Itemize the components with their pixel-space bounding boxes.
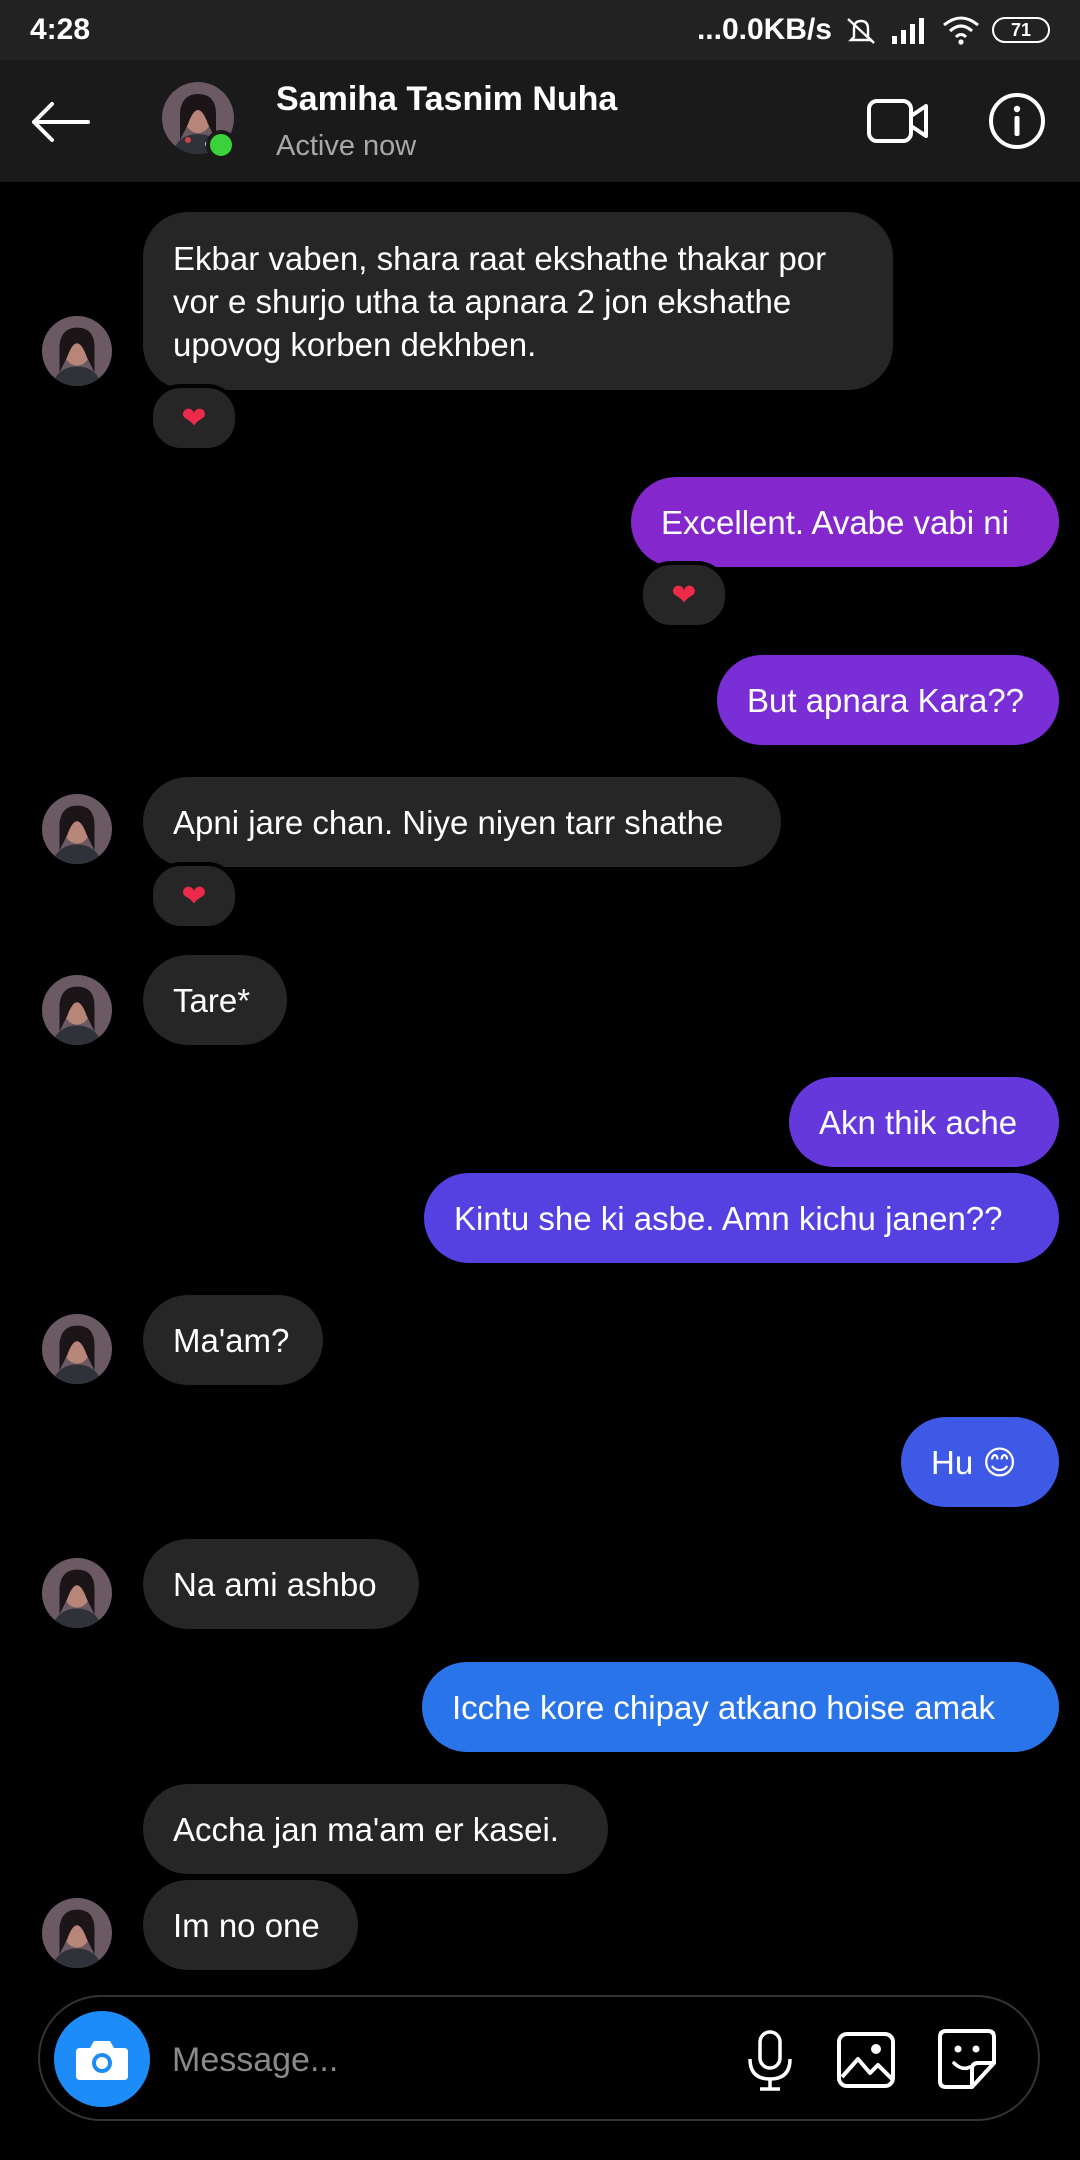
battery-level: 71: [1010, 19, 1032, 40]
signal-icon: [892, 18, 924, 44]
message-bubble-outgoing[interactable]: Akn thik ache: [789, 1077, 1059, 1167]
message-text: Icche kore chipay atkano hoise amak: [452, 1688, 995, 1726]
message-bubble-outgoing[interactable]: Icche kore chipay atkano hoise amak: [422, 1662, 1059, 1752]
message-bubble-outgoing[interactable]: Hu 😊: [901, 1417, 1059, 1507]
heart-reaction[interactable]: ❤: [149, 862, 239, 930]
back-arrow-icon[interactable]: [28, 98, 92, 146]
camera-icon: [76, 2041, 128, 2080]
message-composer: [38, 1995, 1040, 2121]
sticker-icon[interactable]: [936, 2027, 998, 2091]
video-call-icon[interactable]: [866, 96, 930, 146]
info-icon[interactable]: [988, 92, 1046, 150]
sender-avatar[interactable]: [42, 794, 112, 864]
message-text: Akn thik ache: [819, 1103, 1018, 1141]
message-text: Hu 😊: [931, 1443, 1017, 1481]
heart-icon: ❤: [671, 578, 697, 612]
network-speed: ...0.0KB/s: [696, 13, 832, 46]
heart-reaction[interactable]: ❤: [639, 561, 729, 629]
message-text: Im no one: [173, 1906, 320, 1944]
sender-avatar[interactable]: [42, 1558, 112, 1628]
message-bubble-incoming[interactable]: Im no one: [143, 1880, 358, 1970]
heart-icon: ❤: [181, 879, 207, 913]
message-text: Kintu she ki asbe. Amn kichu janen??: [454, 1199, 1003, 1237]
sender-avatar[interactable]: [42, 1898, 112, 1968]
status-icons: ...0.0KB/s 71: [697, 13, 1050, 47]
message-bubble-outgoing[interactable]: Kintu she ki asbe. Amn kichu janen??: [424, 1173, 1059, 1263]
message-text: Tare*: [173, 981, 251, 1019]
message-bubble-incoming[interactable]: Accha jan ma'am er kasei.: [143, 1784, 608, 1874]
contact-status: Active now: [276, 130, 417, 162]
message-text: Na ami ashbo: [173, 1565, 377, 1603]
message-list[interactable]: Ekbar vaben, shara raat ekshathe thakar …: [0, 182, 1080, 1992]
status-time: 4:28: [30, 13, 91, 46]
message-bubble-incoming[interactable]: Ma'am?: [143, 1295, 323, 1385]
online-indicator: [206, 130, 236, 160]
heart-reaction[interactable]: ❤: [149, 384, 239, 452]
message-text: But apnara Kara??: [747, 681, 1025, 719]
message-bubble-incoming[interactable]: Tare*: [143, 955, 287, 1045]
gallery-icon[interactable]: [836, 2031, 896, 2089]
message-text: Ekbar vaben, shara raat ekshathe thakar …: [173, 239, 827, 363]
heart-icon: ❤: [181, 401, 207, 435]
message-text: Excellent. Avabe vabi ni: [661, 503, 1009, 541]
sender-avatar[interactable]: [42, 1314, 112, 1384]
battery-icon: 71: [992, 17, 1050, 43]
status-bar: 4:28 ...0.0KB/s 71: [0, 0, 1080, 60]
message-bubble-incoming[interactable]: Ekbar vaben, shara raat ekshathe thakar …: [143, 212, 893, 390]
message-bubble-outgoing[interactable]: Excellent. Avabe vabi ni: [631, 477, 1059, 567]
wifi-icon: [943, 16, 979, 45]
message-bubble-incoming[interactable]: Na ami ashbo: [143, 1539, 419, 1629]
camera-button[interactable]: [54, 2011, 150, 2107]
message-text: Apni jare chan. Niye niyen tarr shathe: [173, 803, 724, 841]
microphone-icon[interactable]: [742, 2029, 798, 2091]
contact-name[interactable]: Samiha Tasnim Nuha: [276, 80, 617, 119]
message-bubble-outgoing[interactable]: But apnara Kara??: [717, 655, 1059, 745]
message-input[interactable]: [170, 2027, 734, 2093]
message-text: Accha jan ma'am er kasei.: [173, 1810, 559, 1848]
mute-icon: [847, 18, 875, 44]
sender-avatar[interactable]: [42, 975, 112, 1045]
message-text: Ma'am?: [173, 1321, 290, 1359]
chat-header: Samiha Tasnim Nuha Active now: [0, 60, 1080, 182]
message-bubble-incoming[interactable]: Apni jare chan. Niye niyen tarr shathe: [143, 777, 781, 867]
sender-avatar[interactable]: [42, 316, 112, 386]
